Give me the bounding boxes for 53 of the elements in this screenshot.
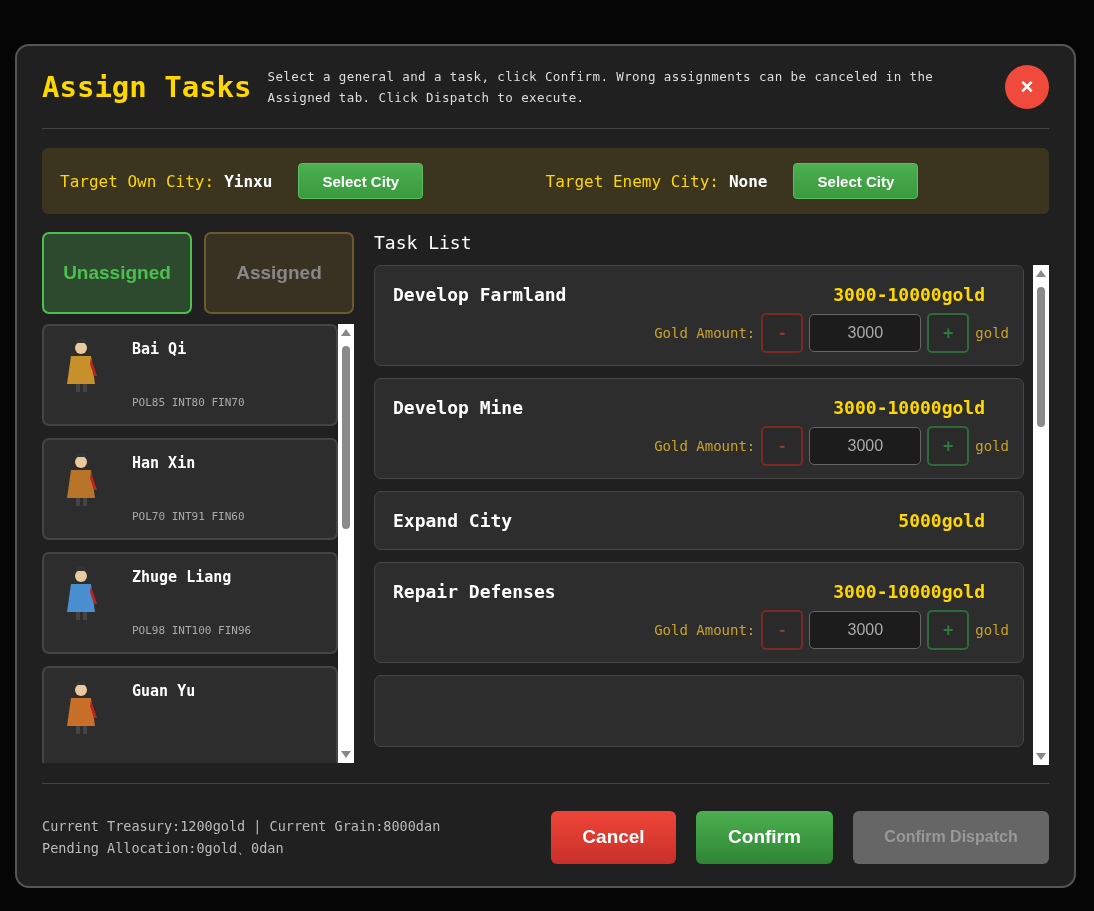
task-card[interactable]: Expand City 5000gold bbox=[374, 491, 1024, 550]
amount-input[interactable]: 3000 bbox=[809, 611, 922, 649]
general-name: Guan Yu bbox=[132, 682, 197, 700]
cancel-button[interactable]: Cancel bbox=[551, 810, 676, 864]
increase-button[interactable]: + bbox=[927, 426, 970, 466]
dialog-title: Assign Tasks bbox=[42, 70, 252, 104]
confirm-button[interactable]: Confirm bbox=[696, 810, 833, 864]
target-label: Target Own City: bbox=[60, 171, 215, 191]
general-stats: POL70 INT91 FIN60 bbox=[132, 510, 246, 523]
task-cost: 5000gold bbox=[898, 510, 985, 531]
task-card[interactable]: Develop Farmland 3000-10000gold Gold Amount: - 3000 + gold bbox=[374, 265, 1024, 366]
task-name: Expand City bbox=[393, 510, 513, 531]
task-name: Develop Mine bbox=[393, 397, 524, 418]
general-name: Zhuge Liang bbox=[132, 568, 233, 586]
general-card[interactable]: Zhuge Liang POL98 INT100 FIN96 bbox=[42, 552, 338, 654]
target-value: Yinxu bbox=[224, 171, 273, 191]
task-list-title: Task List bbox=[374, 232, 473, 255]
close-button[interactable]: × bbox=[1005, 65, 1049, 109]
task-card[interactable]: Develop Mine 3000-10000gold Gold Amount: - 3000 + gold bbox=[374, 378, 1024, 479]
unit-label: gold bbox=[975, 438, 1009, 454]
target-value: None bbox=[728, 171, 768, 191]
unit-label: gold bbox=[975, 325, 1009, 341]
tab[interactable]: Assigned bbox=[204, 232, 354, 314]
select-city-button[interactable]: Select City bbox=[793, 163, 919, 199]
select-city-button[interactable]: Select City bbox=[298, 163, 424, 199]
task-cost: 3000-10000gold bbox=[833, 581, 985, 602]
task-card[interactable]: Repair Defenses 3000-10000gold Gold Amount: - 3000 + gold bbox=[374, 562, 1024, 663]
amount-label: Gold Amount: bbox=[654, 325, 756, 341]
general-card[interactable]: Han Xin POL70 INT91 FIN60 bbox=[42, 438, 338, 540]
pending-text: Pending Allocation:0gold、0dan bbox=[42, 839, 285, 858]
target-label: Target Enemy City: bbox=[545, 171, 719, 191]
general-name: Bai Qi bbox=[132, 340, 188, 358]
increase-button[interactable]: + bbox=[927, 313, 970, 353]
task-name: Repair Defenses bbox=[393, 581, 556, 602]
general-stats: POL98 INT100 FIN96 bbox=[132, 624, 253, 637]
tab[interactable]: Unassigned bbox=[42, 232, 192, 314]
general-card[interactable]: Bai Qi POL85 INT80 FIN70 bbox=[42, 324, 338, 426]
amount-label: Gold Amount: bbox=[654, 622, 756, 638]
general-card[interactable]: Guan Yu bbox=[42, 666, 338, 763]
general-name: Han Xin bbox=[132, 454, 197, 472]
amount-input[interactable]: 3000 bbox=[809, 427, 922, 465]
amount-label: Gold Amount: bbox=[654, 438, 756, 454]
scrollbar[interactable] bbox=[1033, 265, 1049, 765]
task-name: Develop Farmland bbox=[393, 284, 567, 305]
amount-input[interactable]: 3000 bbox=[809, 314, 922, 352]
instructions-text: Select a general and a task, click Confirm. Wrong assignments can be canceled in the Assigned tab. Click Dispatch to execute. bbox=[267, 68, 935, 107]
unit-label: gold bbox=[975, 622, 1009, 638]
task-cost: 3000-10000gold bbox=[833, 284, 985, 305]
treasury-text: Current Treasury:1200gold | Current Grain:8000dan bbox=[42, 817, 441, 837]
general-stats: POL85 INT80 FIN70 bbox=[132, 396, 246, 409]
increase-button[interactable]: + bbox=[927, 610, 970, 650]
task-cost: 3000-10000gold bbox=[833, 397, 985, 418]
scrollbar[interactable] bbox=[338, 324, 354, 763]
